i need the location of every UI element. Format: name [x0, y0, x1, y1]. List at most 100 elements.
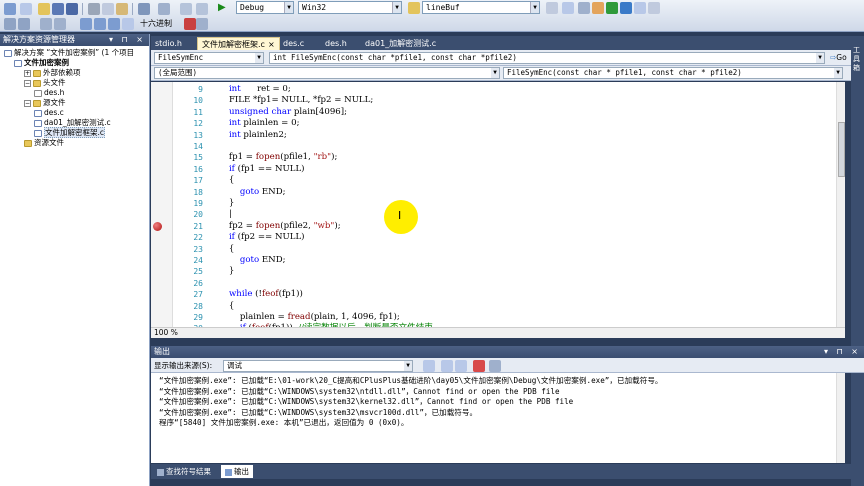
close-icon[interactable]: × — [268, 40, 275, 49]
breakpoint-icon[interactable] — [153, 221, 162, 231]
member-dropdown[interactable]: int FileSymEnc(const char *pfile1, const… — [269, 52, 825, 64]
tree-item[interactable]: + 外部依赖项 — [24, 68, 81, 78]
code-line[interactable]: { — [218, 175, 234, 186]
clear-all-icon[interactable] — [473, 360, 485, 372]
collapse-icon[interactable]: − — [24, 79, 31, 87]
debug-step-icon[interactable] — [4, 18, 16, 30]
toolbox-strip[interactable]: 工具箱 — [851, 36, 864, 486]
config-combo[interactable]: Debug ▼ — [236, 1, 294, 14]
goto-line-icon[interactable] — [423, 360, 435, 372]
go-button[interactable]: ⇨Go — [830, 52, 847, 64]
tab-3[interactable]: des.h — [321, 37, 351, 50]
code-line[interactable]: fp1 = fopen(pfile1, "rb"); — [218, 152, 337, 163]
tree-item[interactable]: 解决方案 “文件加密案例” (1 个项目 — [4, 48, 134, 58]
cut-icon[interactable] — [88, 3, 100, 15]
hex-toggle-button[interactable]: 十六进制 — [140, 18, 172, 30]
new-project-icon[interactable] — [4, 3, 16, 15]
tree-item[interactable]: 文件加密案例 — [14, 58, 69, 68]
code-line[interactable]: goto END; — [218, 187, 286, 198]
scroll-thumb[interactable] — [838, 122, 845, 177]
code-line[interactable]: if (fp2 == NULL) — [218, 232, 305, 243]
code-editor[interactable]: 9 10 11 12 13 14 15 16 17 18 19 20 21 22 23 24 25 26 27 28 2… — [151, 82, 845, 327]
code-line[interactable]: if (fp1 == NULL) — [218, 164, 305, 175]
chevron-down-icon[interactable]: ▼ — [530, 2, 539, 13]
save-all-icon[interactable] — [66, 3, 78, 15]
code-line[interactable]: int ret = 0; — [218, 84, 291, 95]
find-combo[interactable]: lineBuf ▼ — [422, 1, 540, 14]
bookmark-next-icon[interactable] — [94, 18, 106, 30]
code-line[interactable]: fp2 = fopen(pfile2, "wb"); — [218, 221, 341, 232]
extension-icon[interactable] — [634, 2, 646, 14]
tab-2[interactable]: des.c — [279, 37, 308, 50]
code-line[interactable]: int plainlen = 0; — [218, 118, 300, 129]
bookmark-prev-icon[interactable] — [108, 18, 120, 30]
window-layout-icon[interactable] — [196, 18, 208, 30]
command-window-icon[interactable] — [648, 2, 660, 14]
uncomment-icon[interactable] — [54, 18, 66, 30]
word-wrap-icon[interactable] — [489, 360, 501, 372]
type-dropdown[interactable]: FileSymEnc ▼ — [154, 52, 264, 64]
start-page-icon[interactable] — [620, 2, 632, 14]
open-icon[interactable] — [38, 3, 50, 15]
function-dropdown[interactable]: FileSymEnc(const char * pfile1, const ch… — [503, 67, 843, 79]
add-item-icon[interactable] — [20, 3, 32, 15]
copy-icon[interactable] — [102, 3, 114, 15]
bottom-tab-1[interactable]: 输出 — [221, 465, 253, 478]
tab-0[interactable]: stdio.h — [151, 37, 186, 50]
tree-item[interactable]: des.h — [34, 88, 64, 98]
scope-dropdown[interactable]: (全局范围) ▼ — [154, 67, 500, 79]
save-icon[interactable] — [52, 3, 64, 15]
code-area[interactable]: int ret = 0; FILE *fp1= NULL, *fp2 = NUL… — [218, 82, 838, 327]
tree-item[interactable]: − 头文件 — [24, 78, 66, 88]
start-debug-icon[interactable]: ▶ — [218, 2, 226, 13]
solution-explorer-icon[interactable] — [562, 2, 574, 14]
bookmark-clear-icon[interactable] — [122, 18, 134, 30]
bottom-tab-0[interactable]: 查找符号结果 — [153, 465, 215, 478]
bookmark-icon[interactable] — [80, 18, 92, 30]
prev-message-icon[interactable] — [441, 360, 453, 372]
code-line[interactable]: | — [218, 209, 232, 220]
editor-vertical-scrollbar[interactable] — [836, 82, 845, 327]
code-line[interactable]: while (!feof(fp1)) — [218, 289, 303, 300]
comment-icon[interactable] — [40, 18, 52, 30]
pane-controls-icon[interactable]: ▾ ⊓ × — [109, 34, 146, 46]
object-browser-icon[interactable] — [592, 2, 604, 14]
expand-icon[interactable]: + — [24, 69, 31, 77]
forward-icon[interactable] — [196, 3, 208, 15]
tree-item[interactable]: 资源文件 — [24, 138, 64, 148]
chevron-down-icon[interactable]: ▼ — [284, 2, 293, 13]
find-files-icon[interactable] — [546, 2, 558, 14]
code-line[interactable]: FILE *fp1= NULL, *fp2 = NULL; — [218, 95, 373, 106]
undo-icon[interactable] — [138, 3, 150, 15]
debug-step-over-icon[interactable] — [18, 18, 30, 30]
code-line[interactable]: unsigned char plain[4096]; — [218, 107, 347, 118]
code-line[interactable]: } — [218, 198, 234, 209]
breakpoint-gutter[interactable] — [151, 82, 173, 327]
output-vertical-scrollbar[interactable] — [836, 373, 845, 463]
toolbox-label[interactable]: 工具箱 — [853, 46, 862, 73]
code-line[interactable]: goto END; — [218, 255, 286, 266]
code-line[interactable]: { — [218, 244, 234, 255]
pane-controls-icon[interactable]: ▾ ⊓ × — [824, 346, 861, 358]
find-icon[interactable] — [408, 2, 420, 14]
back-icon[interactable] — [180, 3, 192, 15]
output-source-dropdown[interactable]: 调试 ▼ — [223, 360, 413, 372]
code-line[interactable]: } — [218, 266, 234, 277]
collapse-icon[interactable]: − — [24, 99, 31, 107]
next-message-icon[interactable] — [455, 360, 467, 372]
toolbox-icon[interactable] — [606, 2, 618, 14]
code-line[interactable]: { — [218, 301, 234, 312]
tree-item[interactable]: 文件加解密框架.c — [34, 127, 106, 138]
code-line[interactable]: plainlen = fread(plain, 1, 4096, fp1); — [218, 312, 400, 323]
redo-icon[interactable] — [158, 3, 170, 15]
properties-icon[interactable] — [578, 2, 590, 14]
tab-4[interactable]: da01_加解密测试.c — [361, 37, 440, 50]
tree-item[interactable]: − 源文件 — [24, 98, 66, 108]
tab-1[interactable]: 文件加解密框架.c × — [197, 37, 280, 50]
breakpoints-icon[interactable] — [184, 18, 196, 30]
zoom-level[interactable]: 100 % — [151, 328, 178, 337]
tree-item[interactable]: des.c — [34, 108, 64, 118]
platform-combo[interactable]: Win32 ▼ — [298, 1, 402, 14]
output-text[interactable]: “文件加密案例.exe”: 已加载“E:\01-work\20_C提高和CPlu… — [151, 373, 836, 463]
code-line[interactable]: int plainlen2; — [218, 130, 287, 141]
